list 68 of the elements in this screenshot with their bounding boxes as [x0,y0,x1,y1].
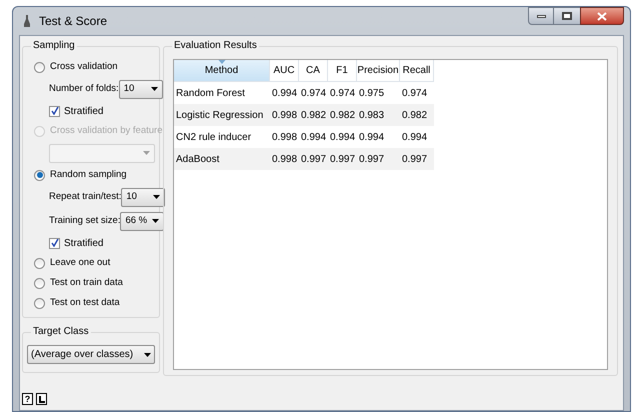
sort-icon [218,60,225,64]
column-header[interactable]: AUC [270,60,299,82]
close-icon [597,12,607,20]
table-cell-text: 0.998 [271,130,298,144]
maximize-button[interactable] [554,7,580,25]
radio-label: Cross validation by feature [50,124,162,138]
app-icon [23,15,31,27]
table-cell-text: 0.982 [329,108,356,122]
checkbox[interactable] [49,238,60,248]
table-cell-text: AdaBoost [175,152,220,166]
field-label: Training set size: [49,214,120,228]
radio-label: Test on test data [50,296,120,310]
table-cell-text: 0.974 [401,86,428,100]
column-header[interactable]: Precision [357,60,400,82]
group-title: Sampling [31,39,77,53]
caret-icon [150,87,158,91]
minimize-button[interactable] [528,7,554,25]
table-cell-text: 0.982 [300,108,328,122]
target-class-dropdown[interactable]: (Average over classes) [27,345,155,364]
radio-button[interactable] [34,298,45,308]
table-cell-text: 0.982 [401,108,428,122]
report-icon[interactable] [36,393,47,405]
table-cell-text: 0.997 [401,152,428,166]
table-cell-text: 0.974 [329,86,356,100]
table-cell-text: 0.994 [401,130,428,144]
radio-label: Cross validation [50,60,118,74]
table-cell-text: CN2 rule inducer [175,130,252,144]
field-label: Number of folds: [49,82,119,96]
table-cell-text: 0.998 [271,108,298,122]
group-title: Target Class [31,325,91,339]
caret-icon [153,195,160,199]
table-cell-text: 0.997 [300,152,328,166]
dropdown[interactable]: 66 % [120,212,164,230]
radio-label: Test on train data [50,276,123,290]
window-title: Test & Score [39,13,108,30]
table-cell-text: 0.997 [329,152,356,166]
column-header[interactable]: CA [299,60,328,82]
radio-label: Random sampling [50,168,127,182]
checkbox-label: Stratified [64,104,104,118]
table-cell-text: 0.974 [300,86,328,100]
table-cell-text: 0.994 [329,130,356,144]
checkbox-label: Stratified [64,236,104,250]
table-cell-text: 0.997 [358,152,386,166]
radio-button[interactable] [34,62,45,72]
caret-icon [143,151,150,155]
table-cell-text: Logistic Regression [175,108,264,122]
column-header[interactable]: F1 [328,60,357,82]
column-header[interactable]: Method [174,60,270,82]
table-cell-text: Random Forest [175,86,246,100]
help-icon[interactable]: ? [22,393,33,405]
table-cell-text: 0.975 [358,86,386,100]
table-cell-text: 0.983 [358,108,386,122]
checkbox[interactable] [49,106,60,116]
caret-icon [152,219,160,223]
radio-button[interactable] [34,170,45,180]
dropdown[interactable]: 10 [118,80,163,98]
table-cell-text: 0.994 [271,86,298,100]
table-cell-text: 0.994 [358,130,386,144]
dropdown[interactable]: 10 [121,188,166,206]
caret-icon [144,352,151,356]
radio-button[interactable] [34,278,45,288]
close-button[interactable] [580,7,624,25]
radio-button[interactable] [34,258,45,268]
field-label: Repeat train/test: [49,190,122,204]
table-cell-text: 0.998 [271,152,298,166]
column-header[interactable]: Recall [400,60,434,82]
radio-label: Leave one out [50,256,110,270]
table-cell-text: 0.994 [300,130,328,144]
